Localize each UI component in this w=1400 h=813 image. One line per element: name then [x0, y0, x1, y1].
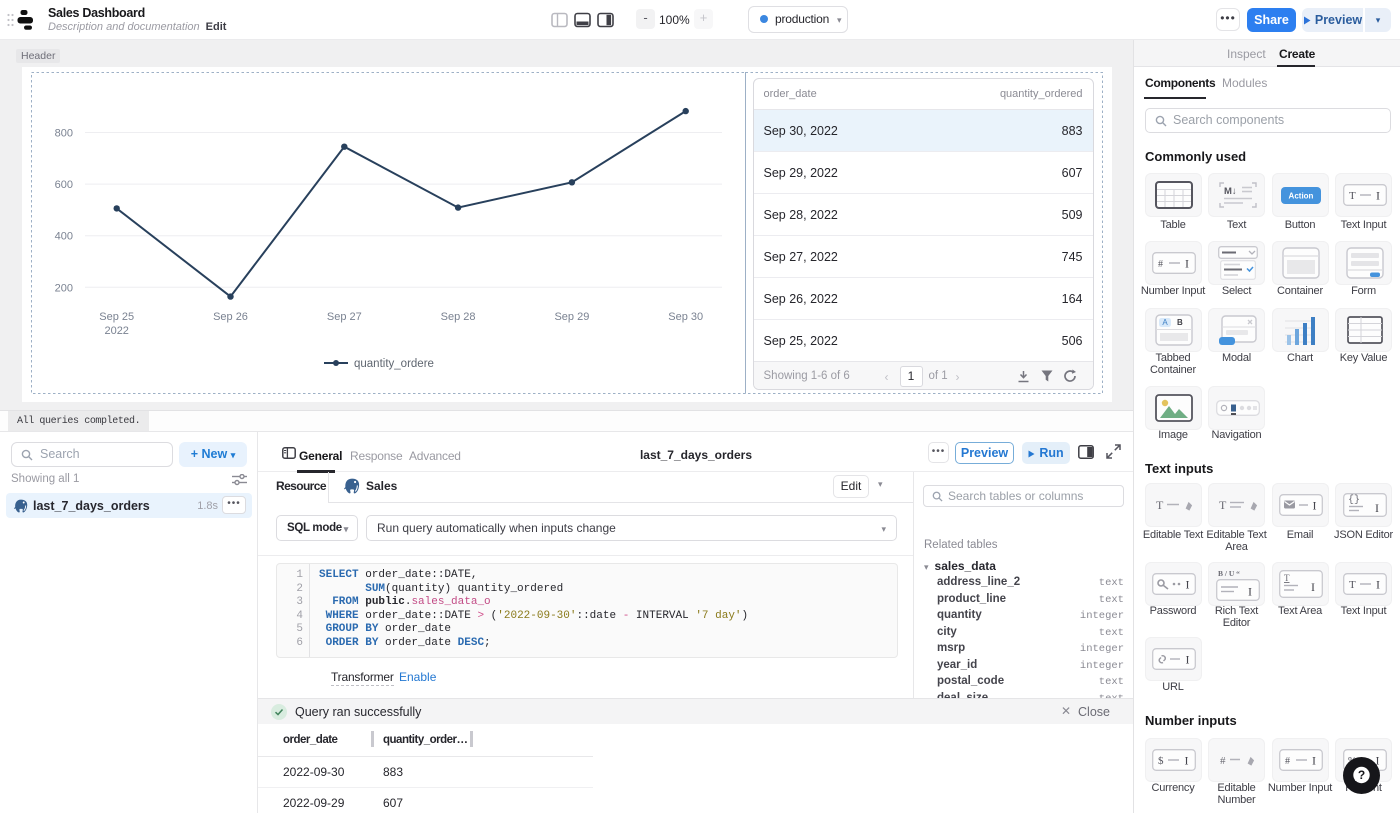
svg-text:Sep 26: Sep 26: [213, 311, 248, 323]
svg-text:600: 600: [55, 179, 73, 191]
svg-text:I: I: [1185, 754, 1189, 768]
svg-text:T: T: [1219, 498, 1227, 512]
svg-text:T: T: [1349, 190, 1356, 202]
svg-text:?: ?: [1358, 768, 1365, 782]
svg-text:I: I: [1186, 578, 1190, 592]
svg-text:Sep 27: Sep 27: [327, 311, 362, 323]
svg-text:I: I: [1375, 501, 1379, 515]
svg-text:#: #: [1158, 259, 1163, 270]
svg-text:B / U “: B / U “: [1218, 569, 1240, 578]
svg-text:200: 200: [55, 282, 73, 294]
svg-text:I: I: [1248, 584, 1252, 598]
svg-text:Sep 30: Sep 30: [668, 311, 703, 323]
svg-text:400: 400: [55, 231, 73, 243]
svg-text:T: T: [1156, 498, 1164, 512]
svg-text:I: I: [1312, 754, 1316, 768]
svg-text:I: I: [1313, 499, 1317, 513]
svg-text:Sep 25: Sep 25: [99, 311, 134, 323]
svg-text:T: T: [1349, 579, 1356, 591]
svg-text:A: A: [1162, 318, 1168, 327]
svg-text:2022: 2022: [104, 325, 128, 337]
svg-text:#: #: [1220, 755, 1226, 767]
svg-text:#: #: [1285, 756, 1290, 767]
svg-text:I: I: [1186, 653, 1190, 667]
svg-text:quantity_ordere: quantity_ordere: [354, 358, 434, 370]
svg-text:I: I: [1376, 578, 1380, 592]
svg-text:M↓: M↓: [1224, 186, 1237, 197]
svg-text:Action: Action: [1289, 191, 1314, 200]
svg-text:800: 800: [55, 128, 73, 140]
svg-text:T: T: [1284, 573, 1290, 583]
svg-text:Sep 28: Sep 28: [441, 311, 476, 323]
svg-text:I: I: [1185, 257, 1189, 271]
svg-text:$: $: [1158, 755, 1164, 767]
svg-text:B: B: [1177, 318, 1183, 327]
svg-text:{}: {}: [1348, 494, 1360, 506]
svg-text:Sep 29: Sep 29: [554, 311, 589, 323]
svg-text:I: I: [1311, 580, 1315, 594]
svg-text:I: I: [1376, 189, 1380, 203]
